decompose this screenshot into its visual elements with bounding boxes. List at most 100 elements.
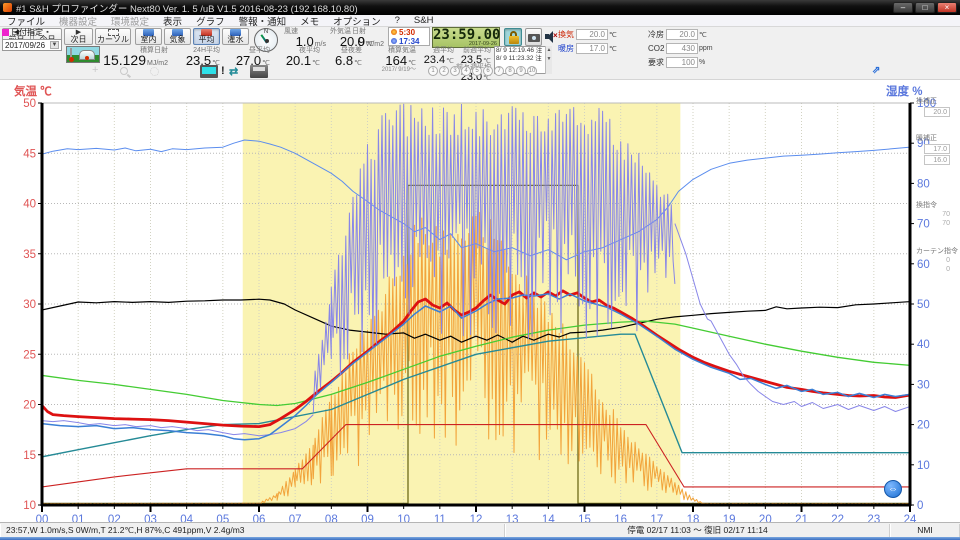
heat-setpoint-input[interactable]: 17.0	[576, 43, 608, 54]
window-title: #1 S&H プロファインダー Next80 Ver. 1. 5 /uB V1.…	[16, 1, 358, 15]
scroll-down-icon[interactable]: ▼	[546, 55, 552, 64]
menu-env-settings[interactable]: 環境設定	[104, 14, 156, 28]
vent-setpoint-field-row: 換気 20.0 ℃	[558, 29, 617, 40]
cursor-button[interactable]: カーソル	[95, 28, 131, 45]
house-5-button[interactable]: 5	[472, 66, 482, 76]
house-10-button[interactable]: 10	[527, 66, 537, 76]
menu-sh[interactable]: S&H	[407, 15, 441, 26]
svg-text:25: 25	[23, 349, 36, 361]
next-day-button[interactable]: ▶ 次日	[64, 28, 93, 45]
greenhouse-icon[interactable]	[66, 46, 100, 63]
svg-text:30: 30	[23, 299, 36, 311]
gear-icon[interactable]	[150, 67, 159, 76]
toolbar: ◀ 前日 ▪ 今日 ▶ 次日 カーソル 室内 気象 平均 潅	[0, 27, 960, 80]
svg-text:07: 07	[289, 514, 302, 522]
view-indoor-button[interactable]: 室内	[135, 28, 162, 45]
svg-text:00: 00	[36, 514, 49, 522]
app-window: #1 S&H プロファインダー Next80 Ver. 1. 5 /uB V1.…	[0, 0, 960, 540]
menu-options[interactable]: オプション	[326, 14, 388, 28]
camera-button[interactable]	[525, 28, 542, 46]
alarm-log-entry[interactable]: 8/ 9 12:19.46 注	[495, 47, 551, 55]
svg-text:40: 40	[23, 199, 36, 211]
vent-setpoint-input[interactable]: 20.0	[576, 29, 608, 40]
series-humidity-indoor-evening	[675, 224, 910, 412]
status-mode: NMI	[890, 524, 960, 537]
sunrise-icon	[391, 29, 397, 35]
view-average-button[interactable]: 平均	[193, 28, 220, 45]
svg-text:45: 45	[23, 148, 36, 160]
toggle-axis-button[interactable]: ⇔	[884, 480, 902, 498]
zoom-plus-icon[interactable]: +	[92, 64, 98, 76]
co2-setpoint-input[interactable]: 430	[666, 43, 698, 54]
stat-solar-total: 積算日射 15.129MJ/m2	[104, 47, 168, 67]
svg-text:12: 12	[470, 514, 483, 522]
heat-correction-input-1[interactable]: 17.0	[924, 144, 950, 154]
clock-display: 23:59.00 2017-09-26	[432, 27, 500, 48]
stat-night-avg: 夜平均 20.1℃	[274, 47, 320, 67]
house-6-button[interactable]: 6	[483, 66, 493, 76]
alarm-log-scrollbar[interactable]: ▲ ▼	[545, 46, 552, 74]
demand-input[interactable]: 100	[666, 57, 698, 68]
svg-text:0: 0	[917, 500, 923, 512]
view-weather-button[interactable]: 気象	[164, 28, 191, 45]
svg-text:15: 15	[578, 514, 591, 522]
menu-bar: ファイル 機器設定 環境設定 表示 グラフ 警報・通知 メモ オプション ? S…	[0, 15, 960, 27]
menu-memo[interactable]: メモ	[293, 14, 326, 28]
svg-text:22: 22	[831, 514, 844, 522]
view-irrigation-button[interactable]: 潅水	[222, 28, 249, 45]
svg-text:11: 11	[434, 514, 446, 522]
magnifier-icon[interactable]	[120, 67, 128, 75]
monitor-icon[interactable]	[200, 65, 218, 78]
chevron-down-icon: ▼	[50, 41, 59, 49]
house-1-button[interactable]: 1	[428, 66, 438, 76]
svg-text:16: 16	[614, 514, 627, 522]
cool-setpoint-field-row: 冷房 20.0 ℃	[648, 29, 707, 40]
svg-text:21: 21	[795, 514, 808, 522]
heat-correction-input-2[interactable]: 16.0	[924, 155, 950, 165]
svg-text:02: 02	[108, 514, 121, 522]
alert-bang-icon: !	[221, 65, 225, 77]
menu-alarm[interactable]: 警報・通知	[232, 14, 294, 28]
close-button[interactable]: ×	[937, 2, 957, 13]
vent-correction-input[interactable]: 20.0	[924, 107, 950, 117]
demand-field-row: 要求 100 %	[648, 57, 705, 68]
menu-device-settings[interactable]: 機器設定	[52, 14, 104, 28]
house-2-button[interactable]: 2	[439, 66, 449, 76]
menu-graph[interactable]: グラフ	[189, 14, 232, 28]
menu-view[interactable]: 表示	[156, 14, 189, 28]
minimize-button[interactable]: –	[893, 2, 913, 13]
svg-text:01: 01	[72, 514, 85, 522]
mute-speaker-icon[interactable]: ×	[545, 31, 557, 43]
svg-text:08: 08	[325, 514, 338, 522]
menu-file[interactable]: ファイル	[0, 14, 52, 28]
svg-text:15: 15	[23, 450, 36, 462]
svg-text:06: 06	[253, 514, 266, 522]
solar-radiation-readout: 日射 0W/m2	[352, 28, 384, 48]
scroll-up-icon[interactable]: ▲	[546, 46, 552, 55]
curtain-command-group: カーテン指令 0 0	[916, 248, 960, 274]
svg-text:35: 35	[23, 249, 36, 261]
svg-text:10: 10	[23, 500, 36, 512]
menu-help[interactable]: ?	[388, 15, 407, 26]
house-4-button[interactable]: 4	[461, 66, 471, 76]
date-marker-icon	[2, 29, 9, 36]
lock-button[interactable]	[504, 28, 522, 46]
svg-text:40: 40	[917, 339, 930, 351]
date-dropdown[interactable]: 2017/09/26 ▼	[2, 39, 62, 51]
cool-setpoint-input[interactable]: 20.0	[666, 29, 698, 40]
vent-correction-group: 換補正 20.0	[916, 98, 960, 117]
swap-arrows-icon[interactable]: ⇄	[229, 65, 238, 78]
panel-arrow-icon[interactable]: ⇗	[872, 65, 880, 76]
sunset-icon	[391, 38, 397, 44]
house-3-button[interactable]: 3	[450, 66, 460, 76]
printer-icon[interactable]	[250, 65, 268, 78]
chart-plot[interactable]: 0001020304050607080910111213141516171819…	[0, 80, 960, 522]
house-8-button[interactable]: 8	[505, 66, 515, 76]
svg-text:03: 03	[144, 514, 157, 522]
house-9-button[interactable]: 9	[516, 66, 526, 76]
status-power-event: 停電 02/17 11:03 ～ 復旧 02/17 11:14	[505, 524, 890, 537]
alarm-log-entry[interactable]: 8/ 9 11:23.32 注	[495, 55, 551, 63]
house-7-button[interactable]: 7	[494, 66, 504, 76]
maximize-button[interactable]: □	[915, 2, 935, 13]
status-readings: 23:57,W 1.0m/s,S 0W/m,T 21.2℃,H 87%,C 49…	[0, 524, 505, 537]
